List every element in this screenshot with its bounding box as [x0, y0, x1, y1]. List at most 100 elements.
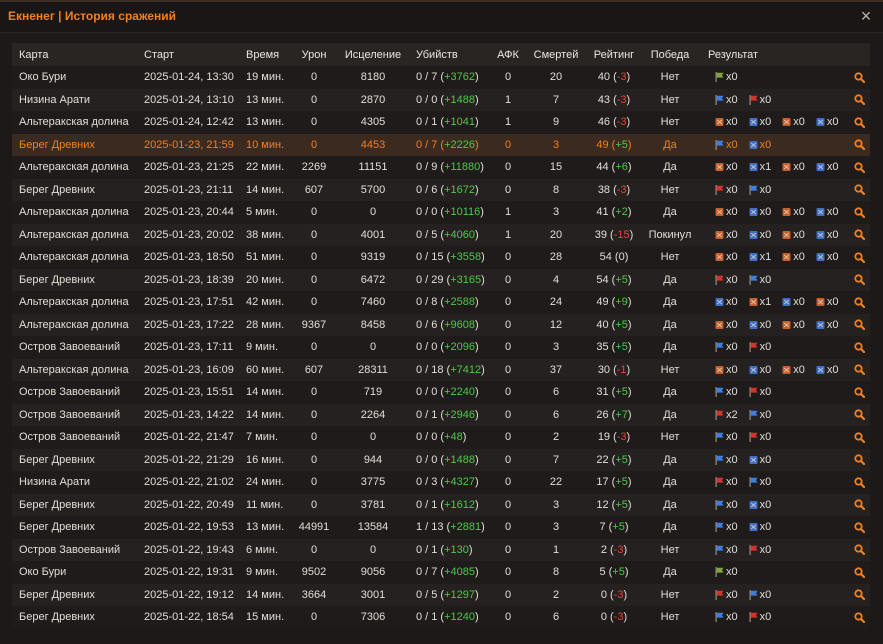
table-row[interactable]: Берег Древних 2025-01-23, 18:39 20 мин. 0 64… [12, 268, 870, 291]
table-row[interactable]: Око Бури 2025-01-24, 13:30 19 мин. 0 8180 0 /… [12, 66, 870, 89]
cell-details [848, 250, 870, 264]
table-row[interactable]: Низина Арати 2025-01-22, 21:02 24 мин. 0 377… [12, 471, 870, 494]
table-row[interactable]: Остров Завоеваний 2025-01-22, 21:47 7 мин.… [12, 426, 870, 449]
cell-healing: 3775 [360, 476, 386, 489]
search-icon[interactable] [853, 94, 865, 106]
table-row[interactable]: Альтеракская долина 2025-01-23, 21:25 22 м… [12, 156, 870, 179]
table-row[interactable]: Берег Древних 2025-01-23, 21:11 14 мин. 607… [12, 178, 870, 201]
search-icon[interactable] [853, 229, 865, 241]
search-icon[interactable] [853, 297, 865, 308]
search-icon[interactable] [853, 612, 865, 623]
cell-deaths: 8 [552, 183, 560, 196]
search-icon[interactable] [853, 454, 865, 466]
blue-banner-icon [749, 252, 758, 262]
search-icon[interactable] [853, 589, 865, 601]
rating-value: 0 [600, 611, 607, 624]
kills-value: 0 / 1 [416, 116, 438, 129]
cell-result: x0 x0 [700, 588, 848, 602]
cell-details [848, 318, 870, 332]
search-icon[interactable] [853, 522, 865, 533]
table-row[interactable]: Берег Древних 2025-01-22, 18:54 15 мин. 0 73… [12, 606, 870, 629]
rating-delta: +5 [612, 341, 632, 353]
table-row[interactable]: Альтеракская долина 2025-01-23, 17:22 28 м… [12, 313, 870, 336]
cell-map: Альтеракская долина [19, 251, 129, 264]
cell-result: x0 x0 [700, 498, 848, 512]
search-icon[interactable] [853, 544, 865, 556]
table-row[interactable]: Альтеракская долина 2025-01-23, 20:44 5 ми… [12, 201, 870, 224]
kills-bonus: +10116 [440, 206, 484, 218]
cell-result: x0 x1 x0 x0 [700, 160, 848, 174]
cell-duration: 60 мин. [246, 363, 285, 376]
rating-value: 35 [596, 341, 609, 354]
search-icon[interactable] [853, 207, 865, 218]
search-icon[interactable] [853, 184, 865, 196]
cell-duration: 14 мин. [246, 386, 285, 399]
result-count: x0 [826, 161, 839, 174]
blue-flag-icon [715, 544, 724, 555]
table-row[interactable]: Низина Арати 2025-01-24, 13:10 13 мин. 0 287… [12, 88, 870, 111]
search-icon[interactable] [853, 342, 865, 353]
search-icon[interactable] [853, 387, 865, 398]
table-row[interactable]: Берег Древних 2025-01-23, 21:59 10 мин. 0 44… [12, 133, 870, 156]
search-icon[interactable] [853, 72, 865, 83]
result-count: x0 [759, 206, 772, 219]
search-icon[interactable] [853, 162, 865, 173]
blue-banner-icon [816, 207, 825, 217]
table-row[interactable]: Берег Древних 2025-01-22, 19:12 14 мин. 366… [12, 583, 870, 606]
blue-banner-icon [816, 365, 825, 375]
kills-value: 0 / 0 [416, 386, 438, 399]
cell-details [848, 475, 870, 489]
close-icon[interactable]: × [858, 6, 874, 26]
cell-damage: 0 [310, 251, 318, 264]
search-icon[interactable] [853, 319, 865, 331]
cell-map: Альтеракская долина [19, 363, 129, 376]
search-icon[interactable] [853, 117, 865, 128]
search-icon[interactable] [853, 409, 865, 421]
blue-banner-icon [816, 252, 825, 262]
search-icon[interactable] [853, 274, 865, 286]
table-row[interactable]: Альтеракская долина 2025-01-24, 12:42 13 м… [12, 111, 870, 134]
red-flag-icon [749, 94, 758, 105]
cell-start: 2025-01-23, 21:59 [144, 138, 234, 151]
cell-details [848, 93, 870, 107]
search-icon[interactable] [853, 252, 865, 263]
table-row[interactable]: Остров Завоеваний 2025-01-23, 17:11 9 мин.… [12, 336, 870, 359]
table-row[interactable]: Остров Завоеваний 2025-01-23, 14:22 14 мин… [12, 403, 870, 426]
table-row[interactable]: Берег Древних 2025-01-22, 19:53 13 мин. 449… [12, 516, 870, 539]
table-row[interactable]: Берег Древних 2025-01-22, 20:49 11 мин. 0 37… [12, 493, 870, 516]
search-icon[interactable] [853, 364, 865, 376]
blue-flag-icon [715, 94, 724, 105]
table-row[interactable]: Альтеракская долина 2025-01-23, 16:09 60 м… [12, 358, 870, 381]
rating-value: 12 [596, 498, 609, 511]
kills-bonus: +1240 [440, 611, 478, 623]
search-icon[interactable] [853, 139, 865, 151]
cell-afk: 1 [504, 206, 512, 219]
result-count: x0 [726, 296, 738, 309]
search-icon[interactable] [853, 567, 865, 578]
cell-victory: Да [663, 453, 677, 466]
table-row[interactable]: Остров Завоеваний 2025-01-22, 19:43 6 мин.… [12, 538, 870, 561]
search-icon[interactable] [853, 499, 865, 511]
table-row[interactable]: Альтеракская долина 2025-01-23, 18:50 51 м… [12, 246, 870, 269]
cell-map: Остров Завоеваний [19, 408, 121, 421]
table-row[interactable]: Альтеракская долина 2025-01-23, 17:51 42 м… [12, 291, 870, 314]
kills-bonus: +3762 [440, 71, 478, 83]
cell-afk: 0 [504, 521, 512, 534]
result-item: x0 [715, 610, 738, 624]
cell-kills: 0 / 9+11880 [410, 160, 492, 174]
cell-rating: 49+9 [588, 295, 640, 309]
kills-value: 0 / 15 [416, 251, 444, 264]
table-row[interactable]: Остров Завоеваний 2025-01-23, 15:51 14 мин… [12, 381, 870, 404]
cell-damage: 9367 [301, 318, 327, 331]
cell-details [848, 363, 870, 377]
table-row[interactable]: Альтеракская долина 2025-01-23, 20:02 38 м… [12, 223, 870, 246]
result-item: x0 [749, 498, 771, 512]
search-icon[interactable] [853, 432, 865, 443]
rating-value: 54 [599, 251, 612, 264]
cell-deaths: 37 [549, 363, 563, 376]
cell-victory: Да [663, 273, 677, 286]
search-icon[interactable] [853, 477, 865, 488]
table-row[interactable]: Око Бури 2025-01-22, 19:31 9 мин. 9502 9056 0… [12, 561, 870, 584]
orange-banner-icon [715, 207, 724, 217]
table-row[interactable]: Берег Древних 2025-01-22, 21:29 16 мин. 0 94… [12, 448, 870, 471]
